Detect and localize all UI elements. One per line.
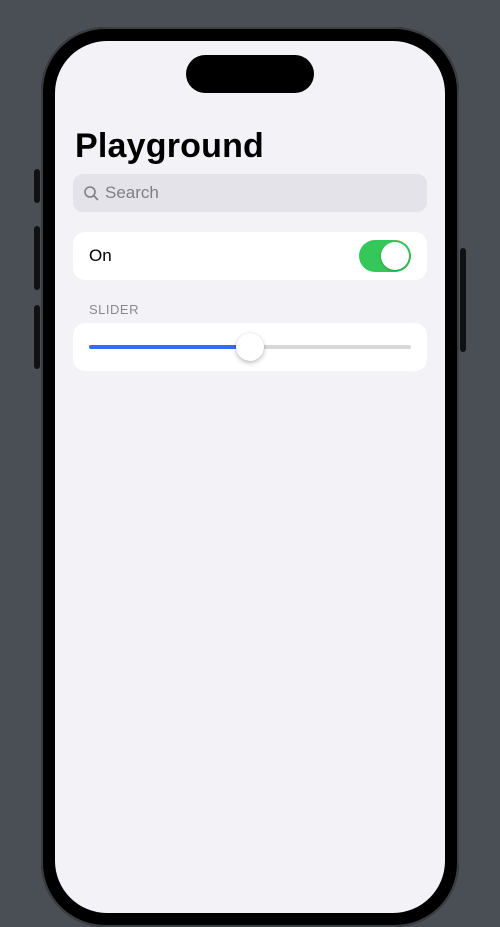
toggle-row: On: [73, 232, 427, 280]
toggle-label: On: [89, 246, 112, 266]
content-area: Playground Search On SLIDER: [55, 41, 445, 371]
slider-thumb[interactable]: [236, 333, 264, 361]
search-input[interactable]: Search: [73, 174, 427, 212]
slider-fill: [89, 345, 250, 349]
search-placeholder: Search: [105, 183, 417, 203]
phone-screen: Playground Search On SLIDER: [55, 41, 445, 913]
toggle-switch[interactable]: [359, 240, 411, 272]
side-button-power[interactable]: [460, 248, 466, 352]
slider[interactable]: [89, 333, 411, 361]
side-button-silence[interactable]: [34, 169, 40, 203]
side-button-vol-up[interactable]: [34, 226, 40, 290]
phone-frame: Playground Search On SLIDER: [41, 27, 459, 927]
page-title: Playground: [75, 127, 427, 166]
slider-section-header: SLIDER: [89, 302, 427, 317]
search-icon: [83, 185, 99, 201]
side-button-vol-down[interactable]: [34, 305, 40, 369]
slider-row: [73, 323, 427, 371]
toggle-knob: [381, 242, 409, 270]
